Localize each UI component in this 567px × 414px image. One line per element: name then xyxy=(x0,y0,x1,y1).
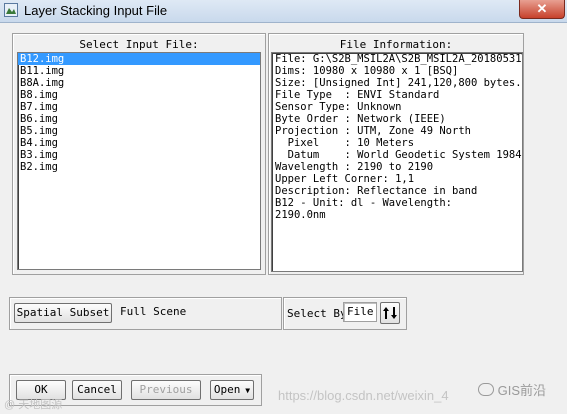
cancel-button[interactable]: Cancel xyxy=(72,380,122,400)
spatial-subset-panel: Spatial Subset Full Scene xyxy=(9,297,282,330)
file-info-line: Wavelength : 2190 to 2190 xyxy=(275,161,434,173)
file-info-line: B12 - Unit: dl - Wavelength: xyxy=(275,197,453,209)
wechat-icon xyxy=(478,383,494,396)
file-list-item[interactable]: B8A.img xyxy=(18,77,260,89)
window-title: Layer Stacking Input File xyxy=(24,3,168,18)
file-info-line: Dims: 10980 x 10980 x 1 [BSQ] xyxy=(275,65,459,77)
select-by-label: Select By xyxy=(287,307,347,320)
file-info-line: Upper Left Corner: 1,1 xyxy=(275,173,415,185)
file-list-item[interactable]: B12.img xyxy=(18,53,260,65)
spatial-subset-button[interactable]: Spatial Subset xyxy=(14,303,112,323)
file-info-line: File Type : ENVI Standard xyxy=(275,89,440,101)
select-input-file-panel: Select Input File: B12.img B11.img B8A.img… xyxy=(12,33,266,275)
file-list-item[interactable]: B8.img xyxy=(18,89,260,101)
watermark-left: @ 天地图源 xyxy=(4,399,63,411)
open-button-label: Open xyxy=(213,383,241,396)
file-info-line: Projection : UTM, Zone 49 North xyxy=(275,125,471,137)
file-info-line: Sensor Type: Unknown xyxy=(275,101,402,113)
spatial-subset-value: Full Scene xyxy=(117,302,277,324)
file-information-panel: File Information: File: G:\S2B_MSIL2A\S2… xyxy=(268,33,524,275)
file-list-item[interactable]: B4.img xyxy=(18,137,260,149)
app-icon xyxy=(4,3,18,17)
file-list-item[interactable]: B7.img xyxy=(18,101,260,113)
file-info-line: Byte Order : Network (IEEE) xyxy=(275,113,446,125)
watermark-url: https://blog.csdn.net/weixin_4 xyxy=(278,388,449,403)
file-info-line: Pixel : 10 Meters xyxy=(275,137,415,149)
dropdown-arrow-icon: ▼ xyxy=(240,386,251,395)
select-by-value: File xyxy=(343,302,377,322)
title-bar[interactable]: Layer Stacking Input File ✕ xyxy=(0,0,567,23)
file-info-line: File: G:\S2B_MSIL2A\S2B_MSIL2A_20180531T… xyxy=(275,53,522,65)
sort-toggle-button[interactable] xyxy=(380,302,400,324)
file-list-item[interactable]: B6.img xyxy=(18,113,260,125)
file-info-line: Size: [Unsigned Int] 241,120,800 bytes. xyxy=(275,77,522,89)
file-list-item[interactable]: B5.img xyxy=(18,125,260,137)
file-info-line: 2190.0nm xyxy=(275,209,326,221)
select-input-file-label: Select Input File: xyxy=(79,38,199,51)
file-list-item[interactable]: B11.img xyxy=(18,65,260,77)
file-list-item[interactable]: B3.img xyxy=(18,149,260,161)
file-information-text[interactable]: File: G:\S2B_MSIL2A\S2B_MSIL2A_20180531T… xyxy=(271,52,523,272)
file-info-line: Datum : World Geodetic System 1984 xyxy=(275,149,522,161)
file-info-line: Description: Reflectance in band xyxy=(275,185,478,197)
close-button[interactable]: ✕ xyxy=(519,0,565,19)
open-button[interactable]: Open ▼ xyxy=(210,380,254,400)
file-information-label: File Information: xyxy=(339,38,453,51)
previous-button[interactable]: Previous xyxy=(131,380,201,400)
select-by-panel: Select By File xyxy=(283,297,407,330)
sort-arrows-icon xyxy=(383,307,397,319)
file-listbox[interactable]: B12.img B11.img B8A.img B8.img B7.img B6.img B… xyxy=(17,52,261,270)
file-list-item[interactable]: B2.img xyxy=(18,161,260,173)
watermark-brand: GIS前沿 xyxy=(478,380,546,399)
watermark-brand-text: GIS前沿 xyxy=(497,383,547,398)
